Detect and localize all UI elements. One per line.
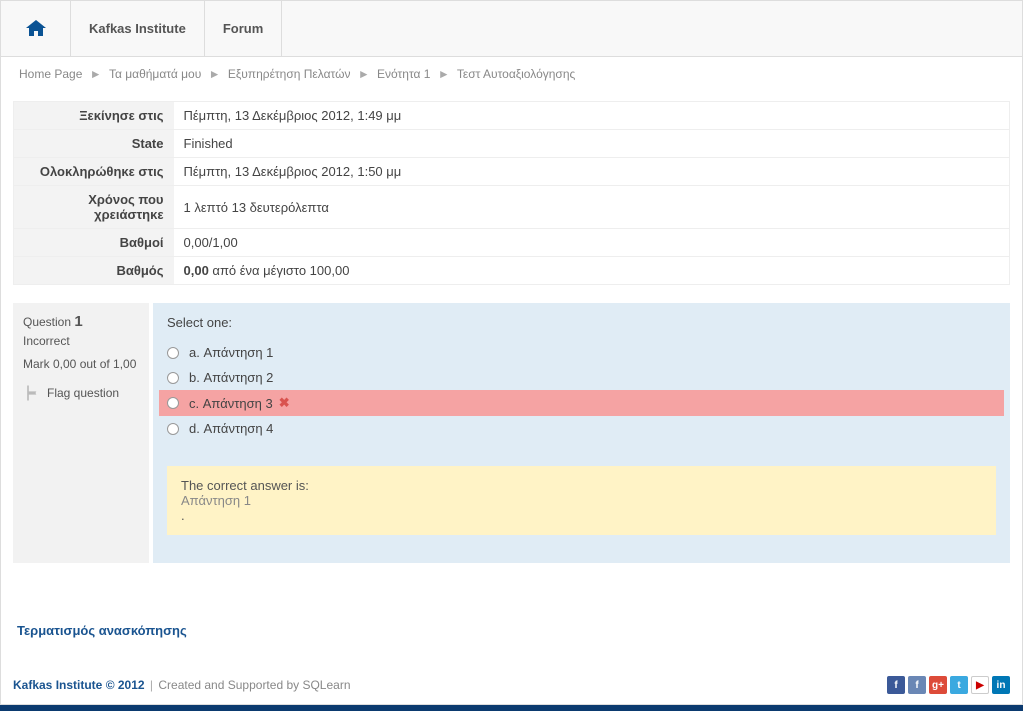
home-icon [24,17,48,41]
footer-brand[interactable]: Kafkas Institute © 2012 [13,678,145,692]
footer-credit: Created and Supported by SQLearn [158,678,350,692]
attempt-summary-table: Ξεκίνησε στις Πέμπτη, 13 Δεκέμβριος 2012… [13,101,1010,285]
social-icons: f f g+ t ▶ in [887,676,1010,694]
top-navigation: Kafkas Institute Forum [1,1,1022,57]
feedback-correct-answer: Απάντηση 1 [181,493,982,508]
answer-option-b[interactable]: b. Απάντηση 2 [159,365,1004,390]
question-info-panel: Question 1 Incorrect Mark 0,00 out of 1,… [13,303,153,563]
breadcrumb-item[interactable]: Τα μαθήματά μου [109,67,201,81]
table-row: State Finished [14,130,1010,158]
nav-home[interactable] [1,1,71,56]
answer-option-c[interactable]: c. Απάντηση 3 ✖ [159,390,1004,416]
footer: Kafkas Institute © 2012 | Created and Su… [1,668,1022,704]
googleplus-icon[interactable]: g+ [929,676,947,694]
radio-icon [167,372,179,384]
summary-value: Finished [174,130,1010,158]
feedback-panel: The correct answer is: Απάντηση 1 . [167,466,996,535]
facebook-icon[interactable]: f [887,676,905,694]
twitter-icon[interactable]: t [950,676,968,694]
answer-option-a[interactable]: a. Απάντηση 1 [159,340,1004,365]
summary-label: Ολοκληρώθηκε στις [14,158,174,186]
question-block: Question 1 Incorrect Mark 0,00 out of 1,… [13,303,1010,563]
bottom-accent-bar [0,705,1023,711]
summary-value: 0,00/1,00 [174,229,1010,257]
linkedin-icon[interactable]: in [992,676,1010,694]
table-row: Βαθμός 0,00 από ένα μέγιστο 100,00 [14,257,1010,285]
question-prompt: Select one: [167,315,996,330]
table-row: Χρόνος που χρειάστηκε 1 λεπτό 13 δευτερό… [14,186,1010,229]
breadcrumb-item[interactable]: Τεστ Αυτοαξιολόγησης [457,67,575,81]
feedback-trailing: . [181,508,982,523]
flag-icon [23,383,43,403]
breadcrumb-item[interactable]: Home Page [19,67,82,81]
summary-label: Χρόνος που χρειάστηκε [14,186,174,229]
summary-value: Πέμπτη, 13 Δεκέμβριος 2012, 1:49 μμ [174,102,1010,130]
question-mark: Mark 0,00 out of 1,00 [23,356,139,373]
summary-value: 1 λεπτό 13 δευτερόλεπτα [174,186,1010,229]
nav-institute[interactable]: Kafkas Institute [71,1,205,56]
summary-value: Πέμπτη, 13 Δεκέμβριος 2012, 1:50 μμ [174,158,1010,186]
table-row: Βαθμοί 0,00/1,00 [14,229,1010,257]
summary-label: Βαθμός [14,257,174,285]
breadcrumb-separator: ► [90,67,102,81]
breadcrumb-item[interactable]: Εξυπηρέτηση Πελατών [228,67,351,81]
radio-icon [167,423,179,435]
summary-label: Βαθμοί [14,229,174,257]
footer-text: Kafkas Institute © 2012 | Created and Su… [13,678,351,692]
summary-label: State [14,130,174,158]
radio-icon [167,397,179,409]
finish-review-link[interactable]: Τερματισμός ανασκόπησης [17,623,1010,638]
flag-question-button[interactable]: Flag question [23,383,139,403]
breadcrumb-separator: ► [438,67,450,81]
radio-icon [167,347,179,359]
breadcrumb-separator: ► [209,67,221,81]
table-row: Ξεκίνησε στις Πέμπτη, 13 Δεκέμβριος 2012… [14,102,1010,130]
table-row: Ολοκληρώθηκε στις Πέμπτη, 13 Δεκέμβριος … [14,158,1010,186]
incorrect-x-icon: ✖ [279,395,290,411]
question-status: Incorrect [23,334,139,348]
answer-option-d[interactable]: d. Απάντηση 4 [159,416,1004,441]
facebook-alt-icon[interactable]: f [908,676,926,694]
youtube-icon[interactable]: ▶ [971,676,989,694]
question-body: Select one: a. Απάντηση 1 b. Απάντηση 2 … [153,303,1010,563]
breadcrumb-item[interactable]: Ενότητα 1 [377,67,430,81]
feedback-label: The correct answer is: [181,478,982,493]
nav-forum[interactable]: Forum [205,1,282,56]
summary-label: Ξεκίνησε στις [14,102,174,130]
summary-value: 0,00 από ένα μέγιστο 100,00 [174,257,1010,285]
question-number: Question 1 [23,313,139,330]
breadcrumb-separator: ► [358,67,370,81]
breadcrumb: Home Page ► Τα μαθήματά μου ► Εξυπηρέτησ… [1,57,1022,91]
